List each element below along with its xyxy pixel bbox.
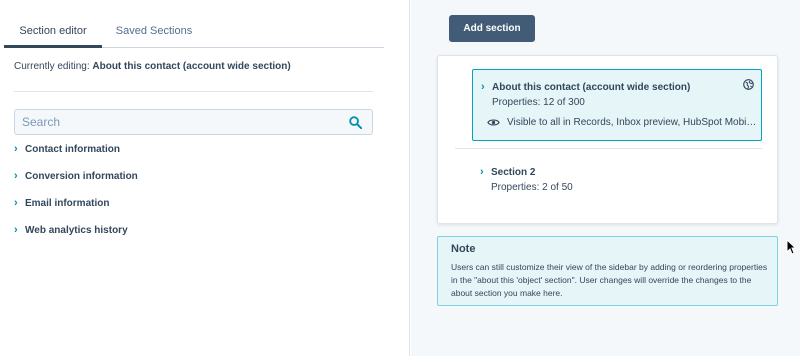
section-title-text: Section 2 xyxy=(491,167,536,178)
chevron-right-icon: › xyxy=(14,143,18,155)
section-properties-count: Properties: 12 of 300 xyxy=(492,97,585,108)
property-group-email-information[interactable]: › Email information xyxy=(14,197,109,209)
currently-editing-prefix: Currently editing: xyxy=(14,61,93,72)
search-box xyxy=(14,109,373,135)
chevron-right-icon: › xyxy=(14,170,18,182)
property-group-label: Web analytics history xyxy=(25,225,128,236)
preview-panel: Add section › About this contact (account… xyxy=(411,0,800,356)
property-group-label: Email information xyxy=(25,198,110,209)
sections-card: › About this contact (account wide sectio… xyxy=(437,55,778,224)
tab-bar: Section editor Saved Sections xyxy=(4,14,384,48)
eye-icon xyxy=(487,119,500,126)
chevron-right-icon: › xyxy=(480,166,484,178)
section-visibility-text: Visible to all in Records, Inbox preview… xyxy=(507,117,757,128)
section-editor-panel: Section editor Saved Sections Currently … xyxy=(0,0,410,356)
section-item-section-2[interactable]: › Section 2 Properties: 2 of 50 xyxy=(472,156,762,206)
section-item-about-this-contact[interactable]: › About this contact (account wide sectio… xyxy=(472,69,762,141)
section-properties-count: Properties: 2 of 50 xyxy=(491,182,573,193)
search-input[interactable] xyxy=(15,110,345,134)
tab-section-editor[interactable]: Section editor xyxy=(4,14,102,48)
property-group-conversion-information[interactable]: › Conversion information xyxy=(14,170,138,182)
add-section-button[interactable]: Add section xyxy=(449,15,535,42)
section-title: › Section 2 xyxy=(480,166,535,178)
chevron-right-icon: › xyxy=(14,197,18,209)
property-group-web-analytics-history[interactable]: › Web analytics history xyxy=(14,224,128,236)
divider xyxy=(455,148,762,149)
mouse-cursor-icon xyxy=(786,239,796,255)
chevron-right-icon: › xyxy=(14,224,18,236)
note-box: Note Users can still customize their vie… xyxy=(437,236,778,306)
tab-saved-sections[interactable]: Saved Sections xyxy=(102,14,206,48)
note-body: Users can still customize their view of … xyxy=(451,262,768,298)
search-icon[interactable] xyxy=(349,116,362,129)
section-title-text: About this contact (account wide section… xyxy=(492,82,691,93)
property-group-label: Contact information xyxy=(25,144,120,155)
divider xyxy=(14,91,373,92)
globe-icon xyxy=(743,79,754,90)
section-title: › About this contact (account wide sectio… xyxy=(481,81,690,93)
note-title: Note xyxy=(451,243,476,255)
property-group-label: Conversion information xyxy=(25,171,138,182)
property-group-contact-information[interactable]: › Contact information xyxy=(14,143,120,155)
chevron-right-icon: › xyxy=(481,81,485,93)
currently-editing-text: Currently editing: About this contact (a… xyxy=(14,61,291,72)
currently-editing-name: About this contact (account wide section… xyxy=(92,61,291,72)
